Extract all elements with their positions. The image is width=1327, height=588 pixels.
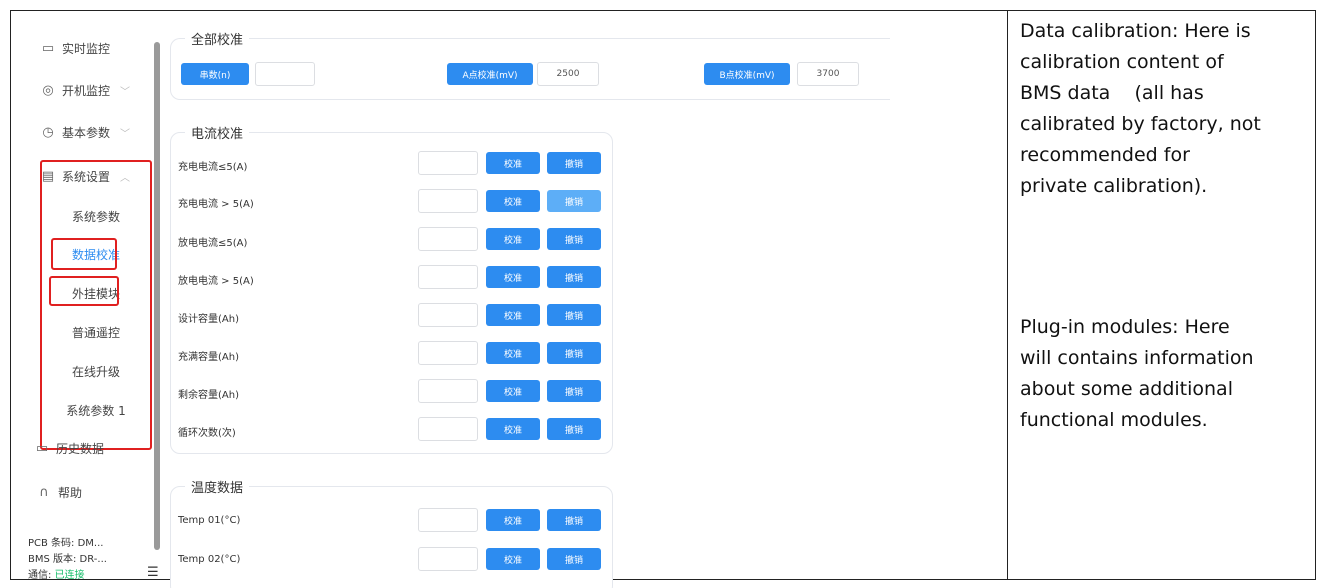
bms-version: BMS 版本: DR-... — [28, 554, 107, 565]
desc-line: Data calibration: Here is — [1020, 20, 1251, 42]
all-calibration-title: 全部校准 — [185, 29, 250, 48]
calibrate-button[interactable]: 校准 — [486, 190, 540, 212]
description-data-calibration: Data calibration: Here is calibration co… — [1020, 16, 1310, 202]
sidebar-item-label: 实时监控 — [62, 41, 111, 56]
cancel-button[interactable]: 撤销 — [547, 418, 601, 440]
temperature-data-title: 温度数据 — [185, 477, 250, 496]
sidebar-item-basic-params[interactable]: ◷ 基本参数 ﹀ — [20, 116, 150, 148]
comm-status-row: 通信: 已连接 — [28, 566, 85, 581]
cancel-button[interactable]: 撤销 — [547, 228, 601, 250]
row-label-charge-current-gt5: 充电电流 > 5(A) — [178, 199, 254, 210]
calibrate-button[interactable]: 校准 — [486, 152, 540, 174]
menu-icon[interactable]: ☰ — [147, 565, 159, 580]
desc-line: will contains information — [1020, 347, 1254, 369]
row-label-remaining-capacity: 剩余容量(Ah) — [178, 390, 239, 401]
row-label-design-capacity: 设计容量(Ah) — [178, 314, 239, 325]
sidebar-item-label: 历史数据 — [56, 441, 105, 456]
cancel-button[interactable]: 撤销 — [547, 342, 601, 364]
point-a-calibration-input[interactable]: 2500 — [537, 62, 599, 86]
charge-current-le5-input[interactable] — [418, 151, 478, 175]
sidebar-subitem-online-upgrade[interactable]: 在线升级 — [41, 358, 151, 384]
discharge-current-gt5-input[interactable] — [418, 265, 478, 289]
calibrate-button[interactable]: 校准 — [486, 509, 540, 531]
full-capacity-input[interactable] — [418, 341, 478, 365]
remaining-capacity-input[interactable] — [418, 379, 478, 403]
desc-line: about some additional — [1020, 378, 1233, 400]
sidebar-subitem-system-params-1[interactable]: 系统参数 1 — [41, 397, 151, 423]
row-label-discharge-current-gt5: 放电电流 > 5(A) — [178, 276, 254, 287]
description-plugin-modules: Plug-in modules: Here will contains info… — [1020, 312, 1310, 436]
folder-icon: ▭ — [35, 440, 49, 456]
chevron-down-icon: ﹀ — [120, 86, 131, 98]
string-count-button[interactable]: 串数(n) — [181, 63, 249, 85]
pcb-barcode: PCB 条码: DM... — [28, 538, 104, 549]
frame-divider — [1007, 10, 1008, 580]
temp-02-input[interactable] — [418, 547, 478, 571]
calibrate-button[interactable]: 校准 — [486, 266, 540, 288]
sidebar-item-label: 帮助 — [58, 485, 83, 500]
row-label-cycle-count: 循环次数(次) — [178, 428, 236, 439]
monitor-icon: ▭ — [41, 40, 55, 56]
calibrate-button[interactable]: 校准 — [486, 228, 540, 250]
cancel-button[interactable]: 撤销 — [547, 266, 601, 288]
point-a-calibration-button[interactable]: A点校准(mV) — [447, 63, 533, 85]
highlight-box-plugin-module — [49, 276, 119, 306]
sidebar-item-history[interactable]: ▭ 历史数据 — [20, 432, 150, 464]
desc-line: calibrated by factory, not — [1020, 113, 1261, 135]
row-label-discharge-current-le5: 放电电流≤5(A) — [178, 238, 248, 249]
string-count-input[interactable] — [255, 62, 315, 86]
design-capacity-input[interactable] — [418, 303, 478, 327]
sidebar: ▭ 实时监控 ◎ 开机监控 ﹀ ◷ 基本参数 ﹀ ▤ 系统设置 ︿ 系统参数 数… — [20, 18, 160, 581]
cancel-button[interactable]: 撤销 — [547, 152, 601, 174]
current-calibration-panel: 电流校准 — [170, 123, 613, 454]
calibrate-button[interactable]: 校准 — [486, 548, 540, 570]
row-label-temp-01: Temp 01(°C) — [178, 515, 241, 526]
sidebar-item-boot-monitor[interactable]: ◎ 开机监控 ﹀ — [20, 74, 150, 106]
sidebar-subitem-remote-control[interactable]: 普通遥控 — [41, 319, 151, 345]
current-calibration-title: 电流校准 — [185, 123, 250, 142]
cancel-button[interactable]: 撤销 — [547, 190, 601, 212]
main-content: 全部校准 串数(n) A点校准(mV) 2500 B点校准(mV) 3700 电… — [160, 18, 1007, 588]
point-b-calibration-button[interactable]: B点校准(mV) — [704, 63, 790, 85]
discharge-current-le5-input[interactable] — [418, 227, 478, 251]
row-label-charge-current-le5: 充电电流≤5(A) — [178, 162, 248, 173]
sidebar-subitem-system-params[interactable]: 系统参数 — [41, 203, 151, 229]
desc-line: recommended for — [1020, 144, 1190, 166]
calibrate-button[interactable]: 校准 — [486, 418, 540, 440]
row-label-full-capacity: 充满容量(Ah) — [178, 352, 239, 363]
sidebar-item-realtime-monitor[interactable]: ▭ 实时监控 — [20, 32, 150, 64]
gauge-icon: ◷ — [42, 124, 54, 140]
calibrate-button[interactable]: 校准 — [486, 342, 540, 364]
highlight-box-data-calibration — [51, 238, 117, 270]
point-b-calibration-input[interactable]: 3700 — [797, 62, 859, 86]
all-calibration-panel: 全部校准 串数(n) A点校准(mV) 2500 B点校准(mV) 3700 — [170, 29, 890, 100]
sidebar-item-label: 开机监控 — [62, 83, 111, 98]
temp-01-input[interactable] — [418, 508, 478, 532]
desc-line: private calibration). — [1020, 175, 1208, 197]
headset-icon: ∩ — [39, 484, 49, 500]
comm-label: 通信: — [28, 570, 52, 581]
cancel-button[interactable]: 撤销 — [547, 509, 601, 531]
cancel-button[interactable]: 撤销 — [547, 548, 601, 570]
comm-status: 已连接 — [54, 570, 85, 581]
cycle-count-input[interactable] — [418, 417, 478, 441]
cancel-button[interactable]: 撤销 — [547, 380, 601, 402]
calibrate-button[interactable]: 校准 — [486, 304, 540, 326]
chevron-down-icon: ﹀ — [120, 128, 131, 140]
desc-line: BMS data (all has — [1020, 82, 1204, 104]
charge-current-gt5-input[interactable] — [418, 189, 478, 213]
desc-line: functional modules. — [1020, 409, 1208, 431]
eye-icon: ◎ — [42, 82, 54, 98]
desc-line: calibration content of — [1020, 51, 1224, 73]
desc-line: Plug-in modules: Here — [1020, 316, 1230, 338]
row-label-temp-02: Temp 02(°C) — [178, 554, 241, 565]
sidebar-item-label: 基本参数 — [62, 125, 111, 140]
cancel-button[interactable]: 撤销 — [547, 304, 601, 326]
sidebar-item-help[interactable]: ∩ 帮助 — [20, 476, 150, 508]
temperature-data-panel: 温度数据 — [170, 477, 613, 588]
calibrate-button[interactable]: 校准 — [486, 380, 540, 402]
